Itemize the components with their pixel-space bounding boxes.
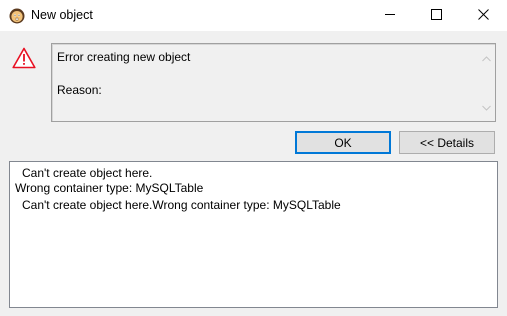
error-message-box: Error creating new object Reason: bbox=[51, 43, 496, 122]
error-title: Error creating new object bbox=[57, 50, 191, 64]
minimize-icon bbox=[384, 9, 396, 23]
maximize-button[interactable] bbox=[413, 0, 459, 31]
error-reason-label: Reason: bbox=[57, 83, 102, 97]
message-scrollbar[interactable] bbox=[478, 44, 495, 121]
ok-button[interactable]: OK bbox=[295, 131, 391, 154]
scroll-down-arrow-icon[interactable] bbox=[482, 100, 491, 114]
minimize-button[interactable] bbox=[367, 0, 413, 31]
app-logo-icon bbox=[9, 8, 25, 24]
details-line: Can't create object here. bbox=[22, 166, 153, 180]
window-title: New object bbox=[31, 8, 93, 22]
maximize-icon bbox=[430, 8, 442, 23]
warning-icon bbox=[12, 47, 36, 69]
title-bar: New object bbox=[0, 0, 507, 31]
details-line: Wrong container type: MySQLTable bbox=[15, 181, 204, 195]
close-button[interactable] bbox=[460, 0, 506, 31]
details-toggle-button[interactable]: << Details bbox=[399, 131, 495, 154]
error-details-text[interactable]: Can't create object here. Wrong containe… bbox=[9, 161, 498, 308]
scroll-up-arrow-icon[interactable] bbox=[482, 51, 491, 65]
close-icon bbox=[477, 8, 489, 23]
details-line: Can't create object here.Wrong container… bbox=[22, 198, 341, 212]
